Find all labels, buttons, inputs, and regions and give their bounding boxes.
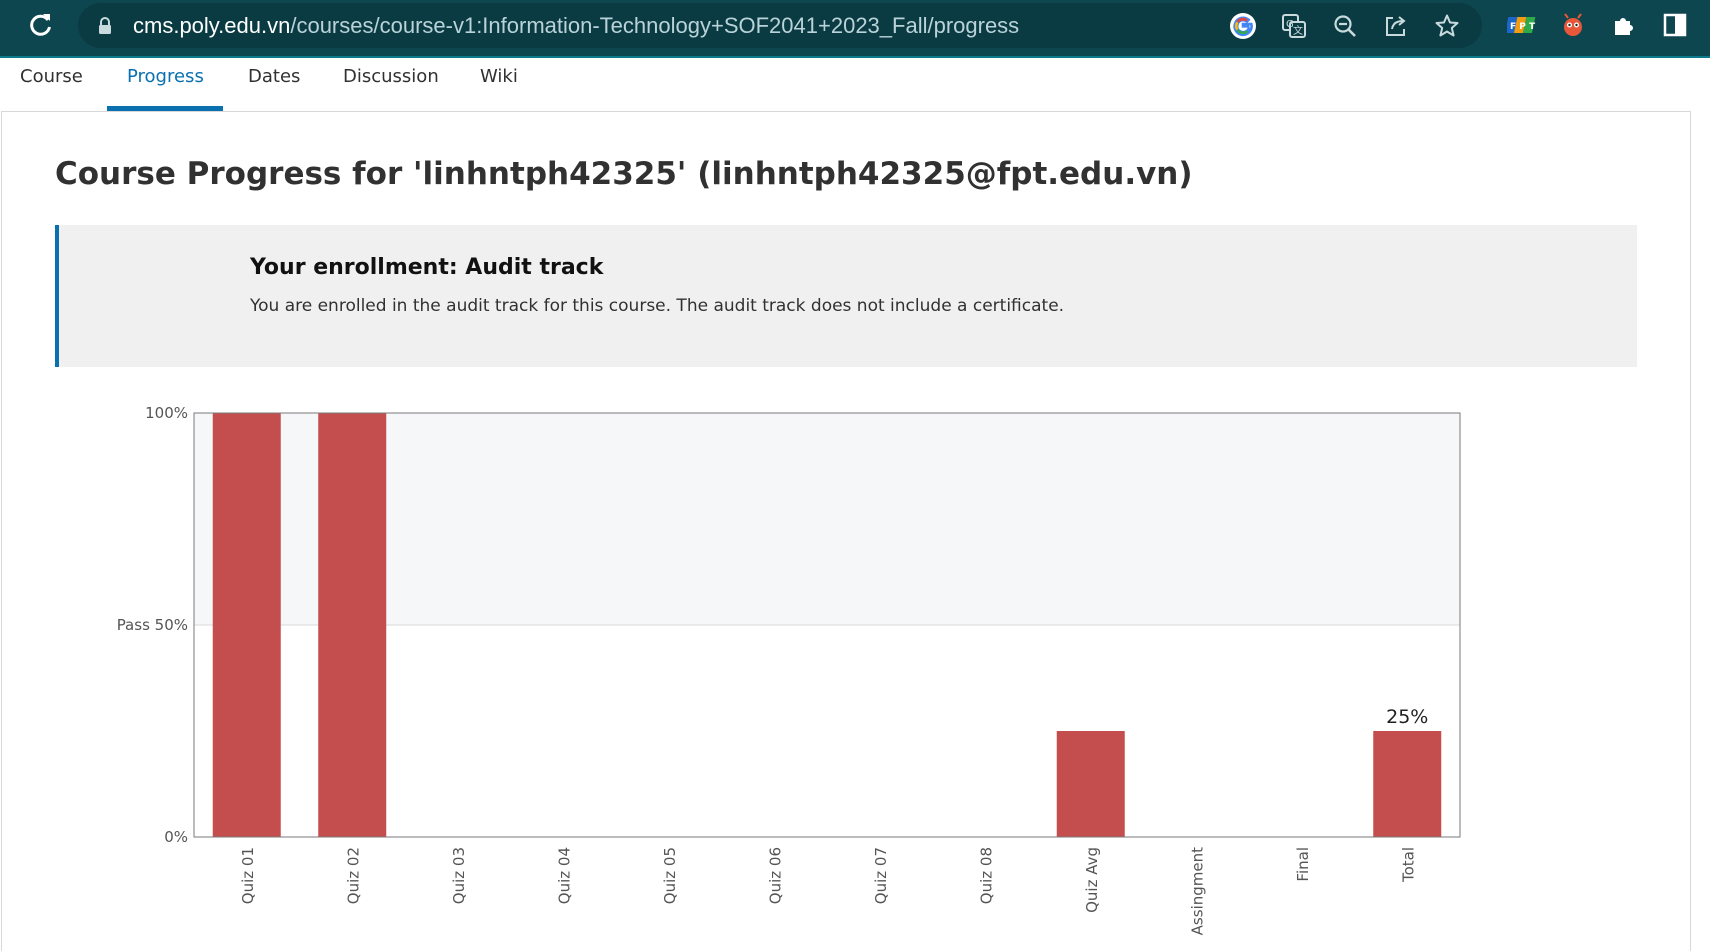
chart-bar[interactable]	[212, 413, 281, 837]
x-tick-label: Quiz 02	[344, 847, 362, 904]
bug-extension-icon[interactable]	[1558, 10, 1588, 40]
y-tick-label: Pass 50%	[117, 616, 188, 634]
page-title: Course Progress for 'linhntph42325' (lin…	[55, 156, 1193, 192]
data-label: 25%	[1386, 706, 1428, 728]
url-text[interactable]: cms.poly.edu.vn/courses/course-v1:Inform…	[133, 13, 1019, 39]
zoom-icon[interactable]	[1330, 11, 1360, 41]
enrollment-title: Your enrollment: Audit track	[250, 255, 604, 280]
url-host: cms.poly.edu.vn	[133, 13, 291, 38]
x-tick-label: Quiz 06	[766, 847, 784, 904]
svg-text:F P T: F P T	[1510, 22, 1536, 32]
progress-chart: Quiz 01 Quiz 02 Quiz 03 Quiz 04 Quiz 05 Quiz …	[0, 390, 1710, 936]
x-tick-label: Quiz 01	[239, 847, 257, 904]
url-path: /courses/course-v1:Information-Technolog…	[290, 13, 1020, 38]
x-tick-label: Quiz Avg	[1083, 847, 1101, 913]
translate-icon[interactable]: G 文	[1279, 11, 1309, 41]
reload-icon[interactable]	[26, 10, 56, 40]
active-tab-indicator	[107, 106, 223, 111]
x-tick-label: Total	[1399, 847, 1417, 883]
x-tick-label: Quiz 04	[555, 847, 573, 904]
enrollment-text: You are enrolled in the audit track for …	[250, 296, 1065, 316]
chart-bar[interactable]	[1373, 731, 1442, 837]
tab-course[interactable]: Course	[20, 66, 83, 87]
x-tick-label: Quiz 07	[872, 847, 890, 904]
x-tick-label: Assingment	[1188, 847, 1206, 935]
chart-bar[interactable]	[318, 413, 387, 837]
address-bar[interactable]: cms.poly.edu.vn/courses/course-v1:Inform…	[78, 3, 1482, 48]
x-tick-label: Final	[1294, 847, 1312, 882]
x-tick-label: Quiz 08	[977, 847, 995, 904]
x-tick-label: Quiz 05	[661, 847, 679, 904]
google-icon[interactable]	[1228, 11, 1258, 41]
progress-chart-svg: Quiz 01 Quiz 02 Quiz 03 Quiz 04 Quiz 05 Quiz …	[117, 404, 1461, 935]
svg-text:文: 文	[1293, 24, 1303, 37]
tab-discussion[interactable]: Discussion	[343, 66, 439, 87]
tab-wiki[interactable]: Wiki	[480, 66, 518, 87]
chart-bar[interactable]	[1056, 731, 1125, 837]
enrollment-banner: Your enrollment: Audit track You are enr…	[55, 225, 1637, 367]
x-tick-label: Quiz 03	[450, 847, 468, 904]
browser-toolbar: cms.poly.edu.vn/courses/course-v1:Inform…	[0, 0, 1710, 58]
lock-icon[interactable]	[98, 17, 112, 39]
sidepanel-icon[interactable]	[1660, 10, 1690, 40]
course-tabs: Course Progress Dates Discussion Wiki	[0, 58, 1710, 112]
tab-dates[interactable]: Dates	[248, 66, 300, 87]
share-icon[interactable]	[1381, 11, 1411, 41]
extensions-puzzle-icon[interactable]	[1609, 10, 1639, 40]
y-tick-label: 100%	[145, 404, 188, 422]
bookmark-star-icon[interactable]	[1432, 11, 1462, 41]
tab-progress[interactable]: Progress	[127, 66, 204, 87]
fpt-extension-icon[interactable]: F P T	[1507, 10, 1537, 40]
y-tick-label: 0%	[164, 828, 188, 846]
